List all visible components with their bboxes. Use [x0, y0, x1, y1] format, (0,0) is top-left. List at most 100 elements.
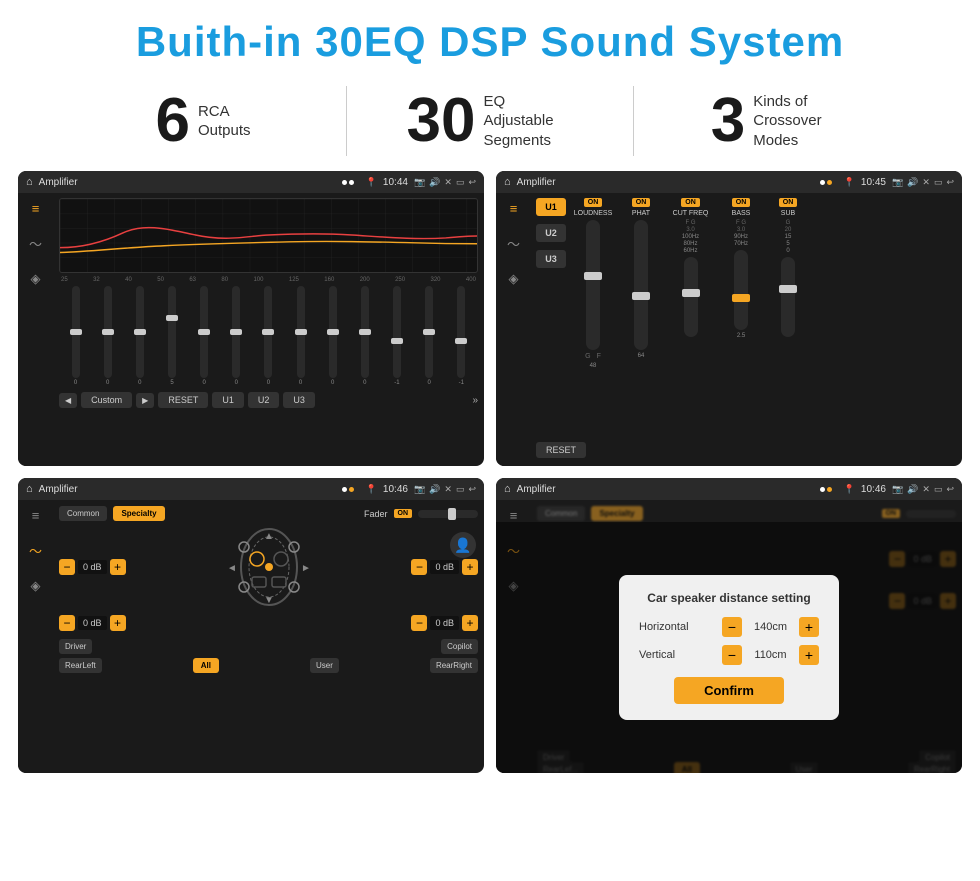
- spkf-right-db1-minus[interactable]: −: [411, 559, 427, 575]
- spkf-rearleft-btn[interactable]: RearLeft: [59, 658, 102, 673]
- svg-text:▲: ▲: [264, 531, 274, 542]
- dialog-overlay: Car speaker distance setting Horizontal …: [496, 522, 962, 773]
- eq-reset-btn[interactable]: RESET: [158, 392, 208, 408]
- dialog-horizontal-plus[interactable]: +: [799, 617, 819, 637]
- spkf-right-db1-plus[interactable]: +: [462, 559, 478, 575]
- spkf-left-db1-plus[interactable]: +: [110, 559, 126, 575]
- eq-icon[interactable]: ≡: [32, 201, 40, 216]
- eq-u1-btn[interactable]: U1: [212, 392, 244, 408]
- spkf-home-icon[interactable]: ⌂: [26, 483, 33, 495]
- spkf-left-db1-minus[interactable]: −: [59, 559, 75, 575]
- speaker-fader-screen: ⌂ Amplifier 📍 10:46 📷 🔊 ✕ ▭ ↩ ≡ 〜 ◈: [18, 478, 484, 773]
- spkf-specialty-tab[interactable]: Specialty: [113, 506, 164, 521]
- spkd-minimize-icon[interactable]: ▭: [934, 484, 943, 495]
- svg-text:◄: ◄: [227, 563, 237, 574]
- stat-rca-text: RCAOutputs: [198, 102, 251, 141]
- spkf-minimize-icon[interactable]: ▭: [456, 484, 465, 495]
- distance-dialog: Car speaker distance setting Horizontal …: [619, 575, 839, 720]
- eq-controls: ◀ Custom ▶ RESET U1 U2 U3 »: [59, 392, 478, 408]
- camera-icon[interactable]: 📷: [414, 177, 425, 188]
- cross-presets: U1 U2 U3: [536, 198, 566, 268]
- spkf-main: Common Specialty Fader ON 👤 − 0 dB: [53, 500, 484, 773]
- stat-eq-text: EQ AdjustableSegments: [483, 92, 573, 151]
- spkf-rearright-btn[interactable]: RearRight: [430, 658, 478, 673]
- spkd-topbar-icons: 📷 🔊 ✕ ▭ ↩: [892, 484, 954, 495]
- spkf-left-db2-minus[interactable]: −: [59, 615, 75, 631]
- spkf-all-btn[interactable]: All: [193, 658, 219, 673]
- loudness-on: ON: [584, 198, 603, 207]
- cross-eq-icon[interactable]: ≡: [510, 201, 518, 216]
- eq-u2-btn[interactable]: U2: [248, 392, 280, 408]
- spkf-wave-icon[interactable]: 〜: [29, 541, 42, 560]
- dot-play: [349, 180, 354, 185]
- dialog-vertical-val: 110cm: [748, 649, 793, 661]
- dialog-vertical-minus[interactable]: −: [722, 645, 742, 665]
- spkd-camera-icon[interactable]: 📷: [892, 484, 903, 495]
- spkf-volume-icon[interactable]: 🔊: [429, 484, 440, 495]
- wave-icon[interactable]: 〜: [29, 234, 42, 253]
- cross-wave-icon[interactable]: 〜: [507, 234, 520, 253]
- dialog-confirm-btn[interactable]: Confirm: [674, 677, 784, 704]
- spkf-eq-icon[interactable]: ≡: [32, 508, 40, 523]
- spkf-left-db2-plus[interactable]: +: [110, 615, 126, 631]
- cutfreq-slider[interactable]: [684, 257, 698, 337]
- eq-prev-btn[interactable]: ◀: [59, 393, 77, 408]
- cross-close-icon[interactable]: ✕: [922, 177, 930, 188]
- cross-reset-btn[interactable]: RESET: [536, 442, 586, 458]
- back-icon[interactable]: ↩: [468, 177, 476, 188]
- fader-slider[interactable]: [418, 510, 478, 518]
- spkf-copilot-btn[interactable]: Copilot: [441, 639, 478, 654]
- spkf-common-tab[interactable]: Common: [59, 506, 107, 521]
- dialog-vertical-plus[interactable]: +: [799, 645, 819, 665]
- cross-back-icon[interactable]: ↩: [946, 177, 954, 188]
- cross-reset-area: RESET: [536, 440, 586, 458]
- cutfreq-label: CUT FREQ: [673, 210, 709, 217]
- spkf-user-btn[interactable]: User: [310, 658, 339, 673]
- home-icon[interactable]: ⌂: [26, 176, 33, 188]
- cross-volume-icon[interactable]: 🔊: [907, 177, 918, 188]
- spkf-driver-btn[interactable]: Driver: [59, 639, 92, 654]
- cross-camera-icon[interactable]: 📷: [892, 177, 903, 188]
- spkf-left-db1: − 0 dB +: [59, 559, 126, 575]
- cross-u1-btn[interactable]: U1: [536, 198, 566, 216]
- spkd-eq-icon[interactable]: ≡: [510, 508, 518, 523]
- screens-grid: ⌂ Amplifier 📍 10:44 📷 🔊 ✕ ▭ ↩ ≡ 〜 ◈: [0, 171, 980, 783]
- cross-u3-btn[interactable]: U3: [536, 250, 566, 268]
- cross-home-icon[interactable]: ⌂: [504, 176, 511, 188]
- sub-on: ON: [779, 198, 798, 207]
- spkd-common-tab[interactable]: Common: [537, 506, 585, 521]
- spkf-right-db2-minus[interactable]: −: [411, 615, 427, 631]
- loudness-slider[interactable]: [586, 220, 600, 350]
- eq-custom-btn[interactable]: Custom: [81, 392, 132, 408]
- spkf-camera-icon[interactable]: 📷: [414, 484, 425, 495]
- cross-minimize-icon[interactable]: ▭: [934, 177, 943, 188]
- spkd-close-icon[interactable]: ✕: [922, 484, 930, 495]
- car-svg: ▲ ▼ ◄ ►: [224, 527, 314, 607]
- spkf-close-icon[interactable]: ✕: [444, 484, 452, 495]
- minimize-icon[interactable]: ▭: [456, 177, 465, 188]
- dialog-horizontal-minus[interactable]: −: [722, 617, 742, 637]
- speaker-icon[interactable]: ◈: [31, 271, 41, 287]
- phat-slider[interactable]: [634, 220, 648, 350]
- spkd-volume-icon[interactable]: 🔊: [907, 484, 918, 495]
- spkf-back-icon[interactable]: ↩: [468, 484, 476, 495]
- eq-slider-8: 0: [297, 286, 305, 386]
- eq-u3-btn[interactable]: U3: [283, 392, 315, 408]
- spkd-specialty-tab[interactable]: Specialty: [591, 506, 642, 521]
- spkf-spk-icon[interactable]: ◈: [31, 578, 41, 594]
- dialog-horizontal-val: 140cm: [748, 621, 793, 633]
- eq-next-btn[interactable]: ▶: [136, 393, 154, 408]
- person-icon[interactable]: 👤: [450, 532, 476, 558]
- spkd-back-icon[interactable]: ↩: [946, 484, 954, 495]
- sub-slider[interactable]: [781, 257, 795, 337]
- close-icon[interactable]: ✕: [444, 177, 452, 188]
- cross-u2-btn[interactable]: U2: [536, 224, 566, 242]
- dialog-title: Car speaker distance setting: [639, 591, 819, 605]
- bass-slider[interactable]: [734, 250, 748, 330]
- spkd-home-icon[interactable]: ⌂: [504, 483, 511, 495]
- spkf-right-db2-plus[interactable]: +: [462, 615, 478, 631]
- spkf-header: Common Specialty Fader ON: [59, 506, 478, 521]
- cross-spk-icon[interactable]: ◈: [509, 271, 519, 287]
- cutfreq-on: ON: [681, 198, 700, 207]
- volume-icon[interactable]: 🔊: [429, 177, 440, 188]
